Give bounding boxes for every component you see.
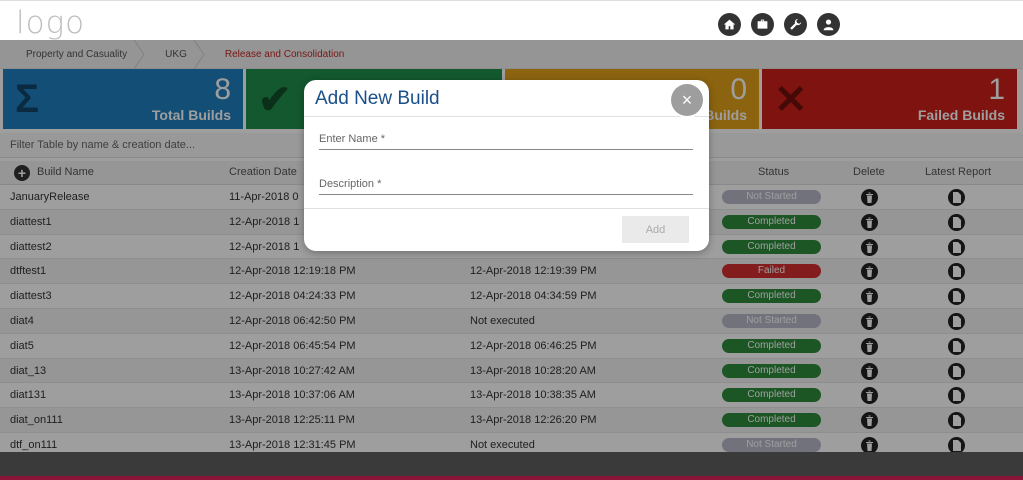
- briefcase-icon[interactable]: [751, 13, 774, 36]
- divider: [304, 116, 709, 117]
- top-header: logo: [0, 0, 1023, 41]
- build-name-input[interactable]: [319, 128, 693, 150]
- add-button[interactable]: Add: [622, 216, 689, 243]
- home-icon[interactable]: [718, 13, 741, 36]
- close-button[interactable]: ×: [671, 84, 703, 116]
- logo[interactable]: logo: [16, 5, 85, 41]
- bottom-bar: [0, 452, 1023, 480]
- divider: [304, 208, 709, 209]
- bottom-strip: [0, 476, 1023, 480]
- description-input[interactable]: [319, 173, 693, 195]
- user-icon[interactable]: [817, 13, 840, 36]
- wrench-icon[interactable]: [784, 13, 807, 36]
- add-build-dialog: Add New Build × Add: [304, 80, 709, 251]
- header-icon-group: [718, 13, 840, 36]
- dialog-title: Add New Build: [315, 88, 440, 109]
